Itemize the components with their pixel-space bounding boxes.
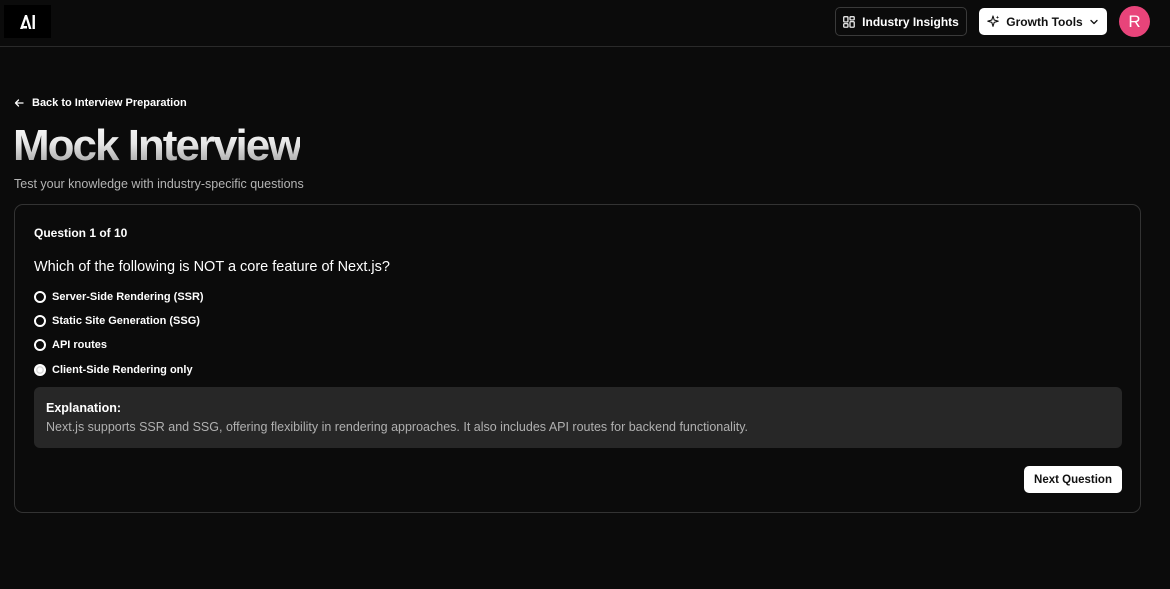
explanation-box: Explanation: Next.js supports SSR and SS… <box>34 387 1122 448</box>
option-client-side-rendering-label: Client-Side Rendering only <box>52 364 193 376</box>
dashboard-grid-icon <box>843 15 855 28</box>
option-api-routes-label: API routes <box>52 339 108 351</box>
explanation-text: Next.js supports SSR and SSG, offering f… <box>46 420 748 434</box>
industry-insights-button[interactable]: Industry Insights <box>835 7 967 36</box>
sparkles-icon <box>987 15 1000 27</box>
next-question-button[interactable]: Next Question <box>1024 466 1122 493</box>
back-link-label: Back to Interview Preparation <box>32 97 187 109</box>
explanation-title: Explanation: <box>46 401 122 415</box>
question-text: Which of the following is NOT a core fea… <box>34 259 390 275</box>
user-avatar[interactable]: R <box>1119 6 1150 37</box>
option-ssr-label: Server-Side Rendering (SSR) <box>52 291 204 303</box>
page-title: Mock Interview <box>13 121 302 170</box>
option-ssg[interactable]: Static Site Generation (SSG) <box>34 313 200 329</box>
option-api-routes[interactable]: API routes <box>34 337 107 353</box>
logo-mark-icon <box>19 14 35 29</box>
question-counter: Question 1 of 10 <box>34 226 128 240</box>
arrow-left-icon <box>14 99 24 107</box>
option-ssr[interactable]: Server-Side Rendering (SSR) <box>34 289 204 305</box>
top-header: Industry Insights Growth Tools R <box>0 0 1170 47</box>
option-client-side-rendering-radio[interactable] <box>34 364 46 376</box>
growth-tools-dropdown[interactable]: Growth Tools <box>979 8 1107 35</box>
option-ssg-radio[interactable] <box>34 315 46 327</box>
option-ssg-label: Static Site Generation (SSG) <box>52 315 200 327</box>
page-subtitle: Test your knowledge with industry-specif… <box>14 177 304 191</box>
option-client-side-rendering[interactable]: Client-Side Rendering only <box>34 362 193 378</box>
back-to-interview-preparation-link[interactable]: Back to Interview Preparation <box>14 96 187 110</box>
question-card: Question 1 of 10 Which of the following … <box>14 204 1141 513</box>
growth-tools-label: Growth Tools <box>1006 14 1083 29</box>
option-ssr-radio[interactable] <box>34 291 46 303</box>
industry-insights-label: Industry Insights <box>862 14 959 29</box>
chevron-down-icon <box>1090 19 1098 24</box>
app-logo[interactable] <box>4 5 51 38</box>
option-api-routes-radio[interactable] <box>34 339 46 351</box>
